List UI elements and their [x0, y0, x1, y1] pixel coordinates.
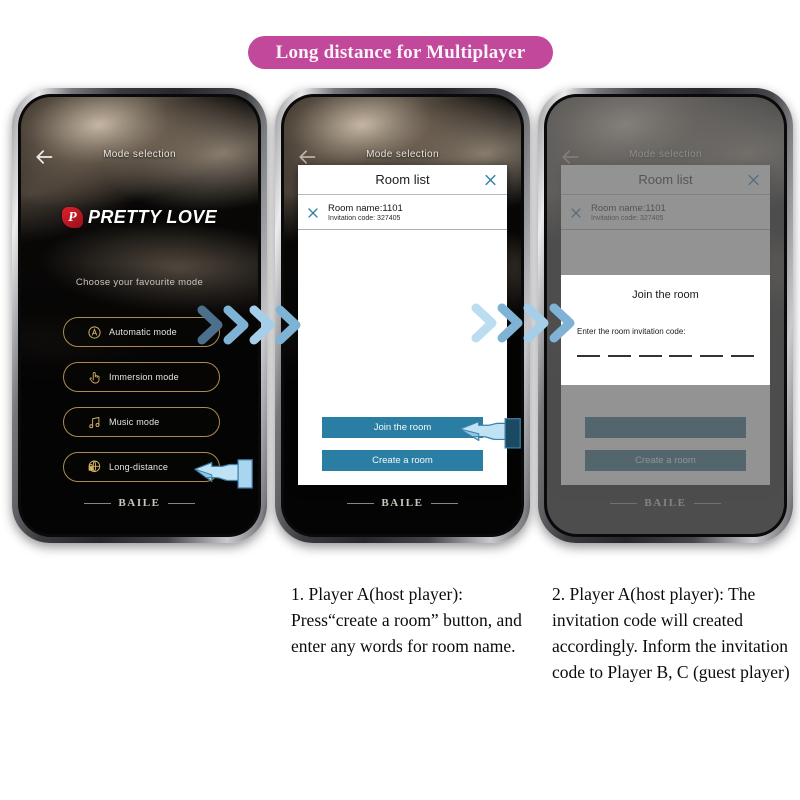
mode-label-immersion: Immersion mode	[109, 372, 179, 382]
room-list-header-2: Room list	[298, 165, 507, 195]
join-the-room-button-2[interactable]: Join the room	[322, 417, 483, 438]
footer-rule-right	[167, 502, 195, 504]
room-name-line-2: Room name:1101	[328, 203, 403, 214]
join-room-prompt: Enter the room invitation code:	[577, 327, 686, 336]
brand-logo: P PRETTY LOVE	[21, 207, 258, 228]
mode-button-music[interactable]: Music mode	[63, 407, 220, 437]
code-slot[interactable]	[730, 355, 754, 357]
hand-touch-icon	[86, 369, 102, 385]
title-banner-label: Long distance for Multiplayer	[275, 41, 526, 63]
logo-wordmark: PRETTY LOVE	[87, 207, 218, 227]
mode-button-immersion[interactable]: Immersion mode	[63, 362, 220, 392]
room-name-value-2: 1101	[382, 202, 403, 214]
code-slot[interactable]	[638, 355, 662, 357]
phone-3-bezel: Mode selection remote mode Room list	[544, 94, 787, 537]
music-note-icon	[86, 414, 102, 430]
footer-brand-label-1: BAILE	[118, 497, 161, 509]
flow-arrow-group-1	[196, 302, 304, 348]
mode-label-automatic: Automatic mode	[109, 327, 177, 337]
join-room-modal: Join the room Enter the room invitation …	[561, 275, 770, 385]
globe-lock-icon	[86, 459, 102, 475]
logo-badge-icon: P	[61, 207, 83, 228]
join-room-title: Join the room	[632, 289, 699, 301]
close-x-icon[interactable]	[307, 206, 319, 218]
letter-a-circle-icon	[86, 324, 102, 340]
footer-brand-label-2: BAILE	[381, 497, 424, 509]
footer-rule-left	[84, 502, 112, 504]
room-code-value-2: 327405	[377, 214, 401, 222]
mode-label-long-distance: Long-distance	[109, 462, 169, 472]
room-list-actions-2: Join the room Create a room	[298, 417, 507, 485]
caption-step-1: 1. Player A(host player): Press“create a…	[291, 584, 522, 656]
nav-title-1: Mode selection	[103, 149, 176, 160]
room-list-item-2[interactable]: Room name:1101 Invitation code: 327405	[298, 195, 507, 230]
footer-brand-1: BAILE	[21, 497, 258, 509]
room-list-title-2: Room list	[375, 172, 430, 187]
create-a-room-button-2[interactable]: Create a room	[322, 450, 483, 471]
footer-brand-2: BAILE	[284, 497, 521, 509]
caption-step-2: 2. Player A(host player): The invitation…	[552, 584, 790, 682]
code-slot[interactable]	[669, 355, 693, 357]
phone-3-screen: Mode selection remote mode Room list	[547, 97, 784, 534]
footer-rule-left	[347, 502, 375, 504]
footer-rule-right	[430, 502, 458, 504]
title-banner: Long distance for Multiplayer	[248, 36, 553, 69]
logo-badge-letter: P	[68, 209, 77, 225]
room-name-label-2: Room name:	[328, 202, 383, 214]
room-item-texts-2: Room name:1101 Invitation code: 327405	[328, 203, 403, 222]
nav-title-2: Mode selection	[366, 149, 439, 160]
mode-button-long-distance[interactable]: Long-distance	[63, 452, 220, 482]
infographic-root: Long distance for Multiplayer Mode selec…	[0, 0, 800, 800]
flow-arrow-group-2	[470, 300, 578, 346]
code-slot[interactable]	[577, 355, 600, 357]
room-code-line-2: Invitation code: 327405	[328, 215, 403, 222]
code-slot[interactable]	[700, 355, 724, 357]
mode-label-music: Music mode	[109, 417, 160, 427]
code-slot[interactable]	[607, 355, 631, 357]
choose-mode-subtitle: Choose your favourite mode	[75, 277, 204, 288]
room-code-label-2: Invitation code:	[328, 214, 376, 222]
invitation-code-input[interactable]	[577, 355, 754, 357]
close-x-icon[interactable]	[484, 173, 497, 186]
